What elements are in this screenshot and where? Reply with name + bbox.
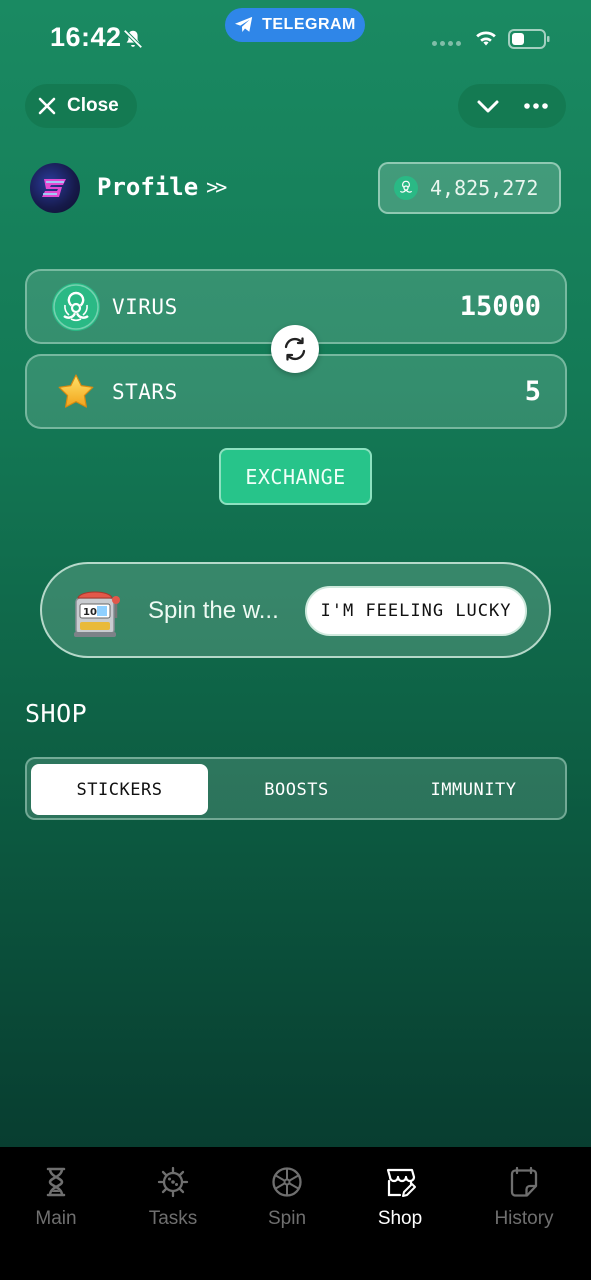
feeling-lucky-button[interactable]: I'M FEELING LUCKY [305,586,527,636]
nav-item-label: Main [35,1208,77,1229]
nav-item-tasks[interactable]: Tasks [118,1165,228,1230]
telegram-label: TELEGRAM [262,16,356,33]
profile-link[interactable]: Profile >> [97,173,227,201]
nav-item-label: Shop [377,1208,423,1229]
exchange-from-value[interactable]: 15000 [460,291,541,322]
exchange-to-label: STARS [112,379,178,404]
wheel-icon [272,1167,302,1197]
header-menu-pill [458,84,566,128]
nav-item-label: Spin [267,1208,307,1229]
tab-stickers[interactable]: STICKERS [31,764,208,815]
battery-icon [508,29,550,49]
biohazard-icon [51,282,101,332]
nav-item-shop[interactable]: Shop [345,1165,455,1230]
biohazard-icon [394,176,418,200]
nav-item-history[interactable]: History [469,1165,579,1230]
nav-item-label: History [494,1208,554,1229]
tab-boosts[interactable]: BOOSTS [208,764,385,815]
chevron-down-icon[interactable] [475,93,501,119]
note-icon [510,1166,538,1197]
balance-display: 4,825,272 [378,162,561,214]
store-icon [386,1168,416,1197]
exchange-button[interactable]: EXCHANGE [219,448,372,505]
game-logo-icon [42,179,66,197]
exchange-from-label: VIRUS [112,294,178,319]
status-bar: 16:42 TELEGRAM [0,0,591,80]
exchange-to-value: 5 [524,376,541,407]
status-time: 16:42 [50,22,122,52]
bell-muted-icon [123,29,143,49]
close-label: Close [67,95,119,116]
balance-value: 4,825,272 [430,176,539,200]
hourglass-icon [46,1167,66,1197]
profile-label: Profile [97,173,199,201]
close-icon [38,97,56,115]
swap-arrows-icon [284,337,306,361]
star-icon [51,367,101,417]
cellular-signal-icon [432,41,461,46]
nav-item-spin[interactable]: Spin [232,1165,342,1230]
close-button[interactable]: Close [25,84,137,128]
svg-text:10: 10 [83,607,97,618]
slot-machine-icon: 10 [74,591,120,637]
nav-item-main[interactable]: Main [1,1165,111,1230]
double-chevron-right-icon: >> [206,175,227,199]
virus-icon [157,1166,189,1198]
shop-tab-bar: STICKERS BOOSTS IMMUNITY [25,757,567,820]
nav-item-label: Tasks [148,1208,198,1229]
telegram-plane-icon [235,16,253,32]
telegram-pill[interactable]: TELEGRAM [225,8,365,42]
avatar[interactable] [30,163,80,213]
swap-button[interactable] [271,325,319,373]
shop-title: SHOP [25,699,88,728]
tab-immunity[interactable]: IMMUNITY [385,764,562,815]
wifi-icon [476,31,496,46]
more-options-icon[interactable] [523,93,549,119]
spin-banner: 10 Spin the w... I'M FEELING LUCKY [40,562,551,658]
spin-banner-text: Spin the w... [148,597,279,624]
bottom-nav: Main Tasks Spin Shop History [0,1147,591,1280]
